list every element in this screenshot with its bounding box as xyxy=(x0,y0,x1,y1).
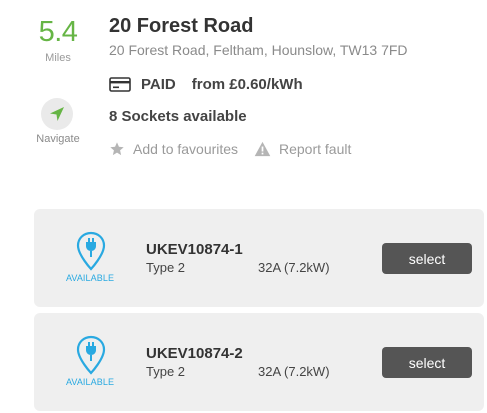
connector-type: Type 2 xyxy=(146,260,186,275)
add-to-favourites-label: Add to favourites xyxy=(133,141,239,157)
connector-power: 32A (7.2kW) xyxy=(258,260,330,275)
connector-card: AVAILABLE UKEV10874-2 Type 2 32A (7.2kW)… xyxy=(34,313,484,411)
navigate-button[interactable] xyxy=(41,98,73,130)
connector-card: AVAILABLE UKEV10874-1 Type 2 32A (7.2kW)… xyxy=(34,209,484,307)
credit-card-icon xyxy=(109,76,131,92)
connector-status: AVAILABLE xyxy=(65,377,115,387)
connector-status: AVAILABLE xyxy=(65,273,115,283)
connector-id: UKEV10874-2 xyxy=(146,345,243,362)
distance-value: 5.4 xyxy=(38,16,78,48)
location-address: 20 Forest Road, Feltham, Hounslow, TW13 … xyxy=(109,42,408,58)
connector-type: Type 2 xyxy=(146,364,186,379)
price-rate: from £0.60/kWh xyxy=(191,75,303,93)
payment-status: PAID xyxy=(141,75,176,93)
charging-pin-icon xyxy=(76,231,106,271)
select-button[interactable]: select xyxy=(382,347,472,378)
navigate-arrow-icon xyxy=(50,107,64,121)
star-icon xyxy=(110,142,124,156)
warning-icon xyxy=(254,141,271,157)
location-title: 20 Forest Road xyxy=(109,15,254,37)
pricing-row: PAID from £0.60/kWh xyxy=(109,74,303,94)
select-button[interactable]: select xyxy=(382,243,472,274)
add-to-favourites-button[interactable]: Add to favourites xyxy=(109,141,238,157)
report-fault-label: Report fault xyxy=(279,141,352,157)
connector-id: UKEV10874-1 xyxy=(146,241,243,258)
sockets-available: 8 Sockets available xyxy=(109,108,247,125)
navigate-label[interactable]: Navigate xyxy=(0,133,116,145)
report-fault-button[interactable]: Report fault xyxy=(254,141,351,157)
connector-power: 32A (7.2kW) xyxy=(258,364,330,379)
distance-unit: Miles xyxy=(45,52,71,64)
charging-pin-icon xyxy=(76,335,106,375)
